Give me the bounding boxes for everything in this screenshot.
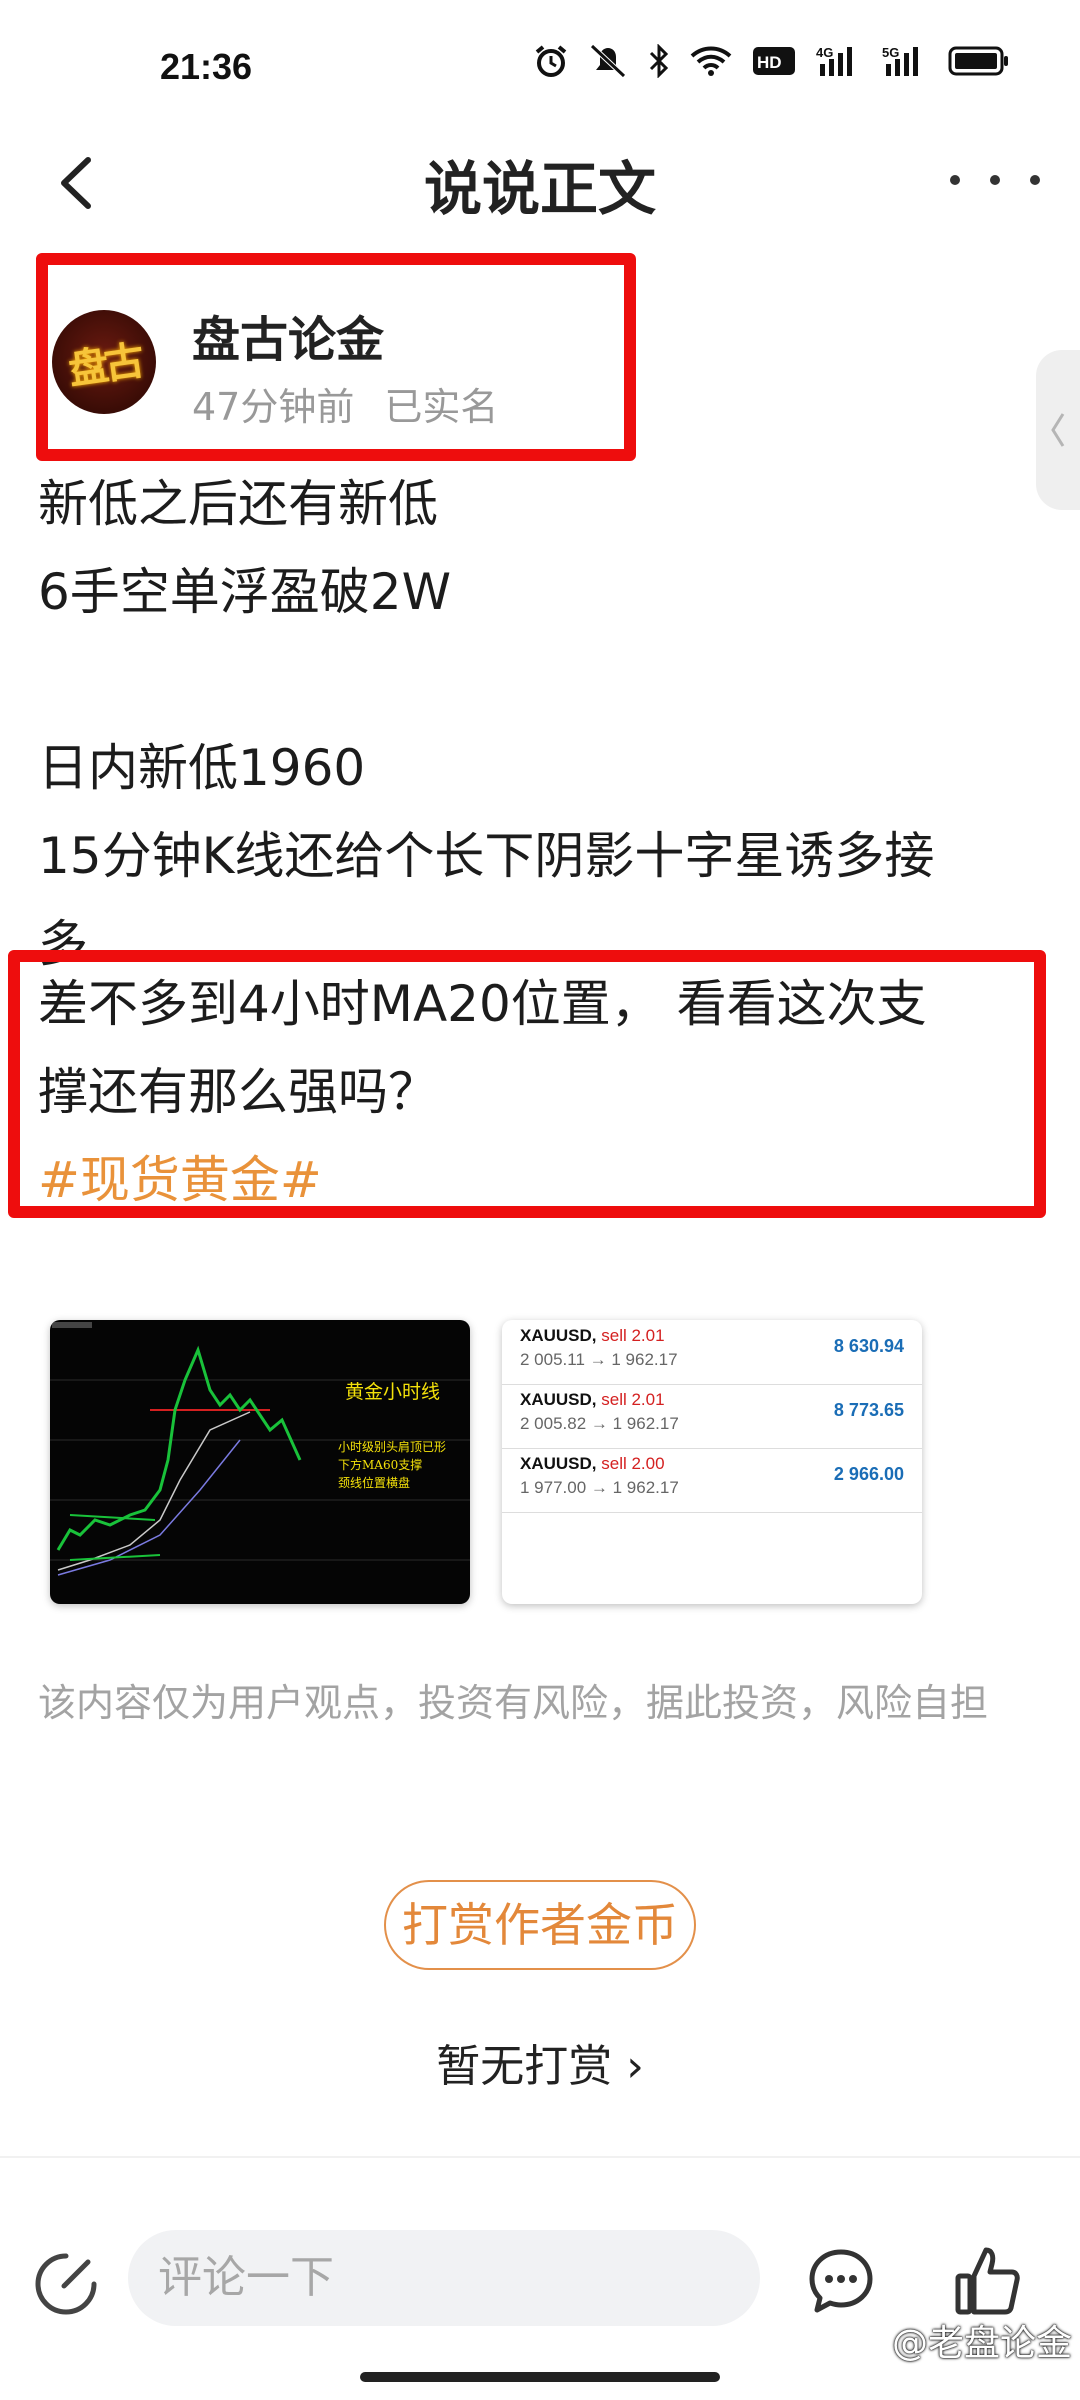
reward-status-link[interactable]: 暂无打赏 › (0, 2030, 1080, 2094)
trade-symbol: XAUUSD, (520, 1326, 597, 1345)
more-dot-icon (990, 175, 1000, 185)
post-body-highlight: 差不多到4小时MA20位置， 看看这次支 撑还有那么强吗？ (38, 975, 927, 1121)
watermark: @老盘论金 (891, 2323, 1072, 2364)
post-time: 47分钟前 (192, 385, 355, 429)
trade-profit: 8 630.94 (833, 1336, 904, 1356)
more-dot-icon (950, 175, 960, 185)
side-drawer-tab[interactable] (1036, 350, 1080, 510)
battery-icon (948, 46, 1008, 76)
nav-bar: 说说正文 (0, 130, 1080, 240)
trade-row: XAUUSD, sell 2.01 2 005.82 → 1 962.17 8 … (502, 1384, 922, 1449)
comment-chat-icon[interactable] (806, 2246, 876, 2316)
chart-image-note: 颈线位置横盘 (338, 1476, 411, 1490)
verified-label: 已实名 (384, 385, 499, 429)
svg-text:HD: HD (757, 53, 782, 72)
comment-input[interactable]: 评论一下 (128, 2230, 760, 2326)
trade-profit: 2 966.00 (833, 1464, 904, 1484)
avatar-logo-text: 盘古 (65, 337, 144, 394)
compose-icon[interactable] (30, 2248, 102, 2320)
alarm-icon (535, 45, 567, 77)
trade-side: sell 2.00 (601, 1454, 665, 1473)
signal-5g-icon: 5G (882, 45, 918, 76)
trade-row: XAUUSD, sell 2.00 1 977.00 → 1 962.17 2 … (502, 1448, 922, 1513)
more-options-button[interactable] (950, 160, 1040, 200)
signal-4g-icon: 4G (816, 45, 852, 76)
like-thumbs-up-icon[interactable] (952, 2242, 1022, 2318)
trade-side: sell 2.01 (601, 1390, 665, 1409)
hashtag-link[interactable]: #现货黄金# (38, 1136, 322, 1224)
trade-profit: 8 773.65 (833, 1400, 904, 1420)
status-icons: HD 4G 5G (534, 44, 1010, 78)
bottom-bar: 评论一下 @老盘论金 (0, 2190, 1080, 2400)
chart-image-title: 黄金小时线 (345, 1381, 441, 1403)
divider (0, 2156, 1080, 2158)
page-title: 说说正文 (423, 155, 656, 223)
chevron-left-icon (1051, 413, 1065, 447)
svg-text:4G: 4G (816, 45, 833, 60)
wifi-icon (690, 46, 732, 76)
trade-side: sell 2.01 (601, 1326, 665, 1345)
trade-symbol: XAUUSD, (520, 1454, 597, 1473)
trade-prices: 2 005.11 → 1 962.17 (520, 1350, 678, 1369)
chart-image[interactable]: 黄金小时线 小时级别头肩顶已形 下方MA60支撑 颈线位置横盘 (50, 1320, 470, 1604)
author-avatar[interactable]: 盘古 (52, 310, 156, 414)
reward-author-button[interactable]: 打赏作者金币 (384, 1880, 696, 1970)
trades-screenshot-image[interactable]: XAUUSD, sell 2.01 2 005.11 → 1 962.17 8 … (502, 1320, 922, 1604)
chart-image-note: 下方MA60支撑 (338, 1458, 423, 1472)
post-body: 新低之后还有新低 6手空单浮盈破2W 日内新低1960 15分钟K线还给个长下阴… (38, 475, 935, 973)
chart-image-note: 小时级别头肩顶已形 (338, 1440, 447, 1454)
mute-icon (590, 44, 626, 78)
svg-text:5G: 5G (882, 45, 899, 60)
trade-prices: 1 977.00 → 1 962.17 (520, 1478, 679, 1497)
bluetooth-icon (649, 44, 669, 78)
more-dot-icon (1030, 175, 1040, 185)
hd-icon: HD (753, 47, 795, 75)
home-indicator (360, 2372, 720, 2382)
author-name[interactable]: 盘古论金 (192, 300, 384, 370)
risk-disclaimer: 该内容仅为用户观点，投资有风险，据此投资，风险自担 (38, 1681, 989, 1725)
status-time: 21:36 (160, 46, 253, 87)
trade-symbol: XAUUSD, (520, 1390, 597, 1409)
trade-row: XAUUSD, sell 2.01 2 005.11 → 1 962.17 8 … (502, 1320, 922, 1385)
trade-prices: 2 005.82 → 1 962.17 (520, 1414, 679, 1433)
status-bar: 21:36 HD 4G 5G (0, 0, 1080, 130)
author-meta: 47分钟前 已实名 (192, 376, 498, 431)
